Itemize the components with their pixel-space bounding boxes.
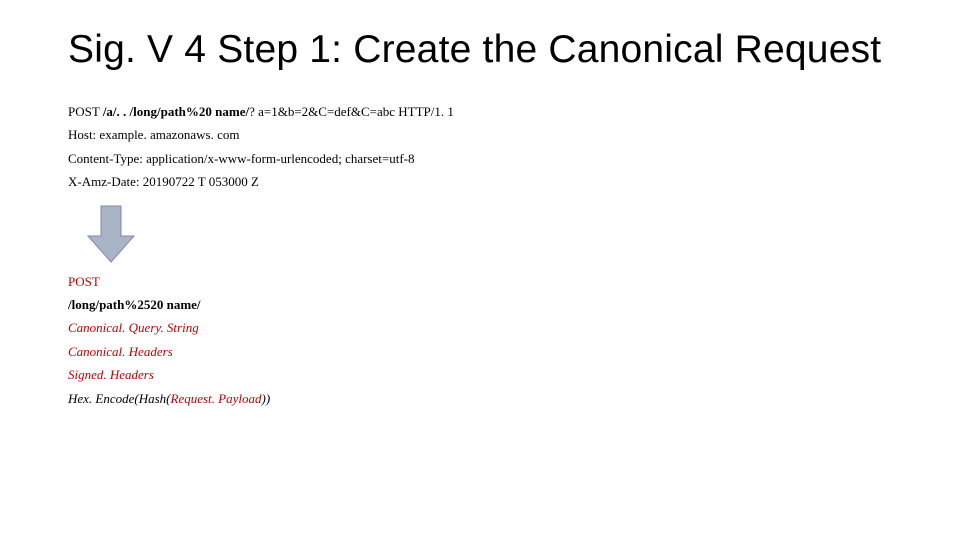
canonical-uri: /long/path%2520 name/ — [68, 293, 900, 316]
request-query-version: ? a=1&b=2&C=def&C=abc HTTP/1. 1 — [249, 104, 454, 119]
http-request-block: POST /a/. . /long/path%20 name/? a=1&b=2… — [68, 100, 900, 194]
canonical-query-string: Canonical. Query. String — [68, 316, 900, 339]
hexencode-hash-open: Hex. Encode(Hash( — [68, 391, 171, 406]
slide-title: Sig. V 4 Step 1: Create the Canonical Re… — [68, 28, 900, 72]
canonical-headers: Canonical. Headers — [68, 340, 900, 363]
request-payload: Request. Payload — [171, 391, 262, 406]
request-header-x-amz-date: X-Amz-Date: 20190722 T 053000 Z — [68, 170, 900, 193]
slide: Sig. V 4 Step 1: Create the Canonical Re… — [0, 0, 960, 540]
down-arrow-icon — [84, 204, 138, 264]
request-method: POST — [68, 104, 103, 119]
canonical-request-block: POST /long/path%2520 name/ Canonical. Qu… — [68, 270, 900, 410]
canonical-method: POST — [68, 270, 900, 293]
request-path-bold: /a/. . /long/path%20 name/ — [103, 104, 249, 119]
request-header-content-type: Content-Type: application/x-www-form-url… — [68, 147, 900, 170]
canonical-signed-headers: Signed. Headers — [68, 363, 900, 386]
hexencode-hash-close: )) — [262, 391, 271, 406]
request-header-host: Host: example. amazonaws. com — [68, 123, 900, 146]
canonical-payload-hash: Hex. Encode(Hash(Request. Payload)) — [68, 387, 900, 410]
request-line-1: POST /a/. . /long/path%20 name/? a=1&b=2… — [68, 100, 900, 123]
